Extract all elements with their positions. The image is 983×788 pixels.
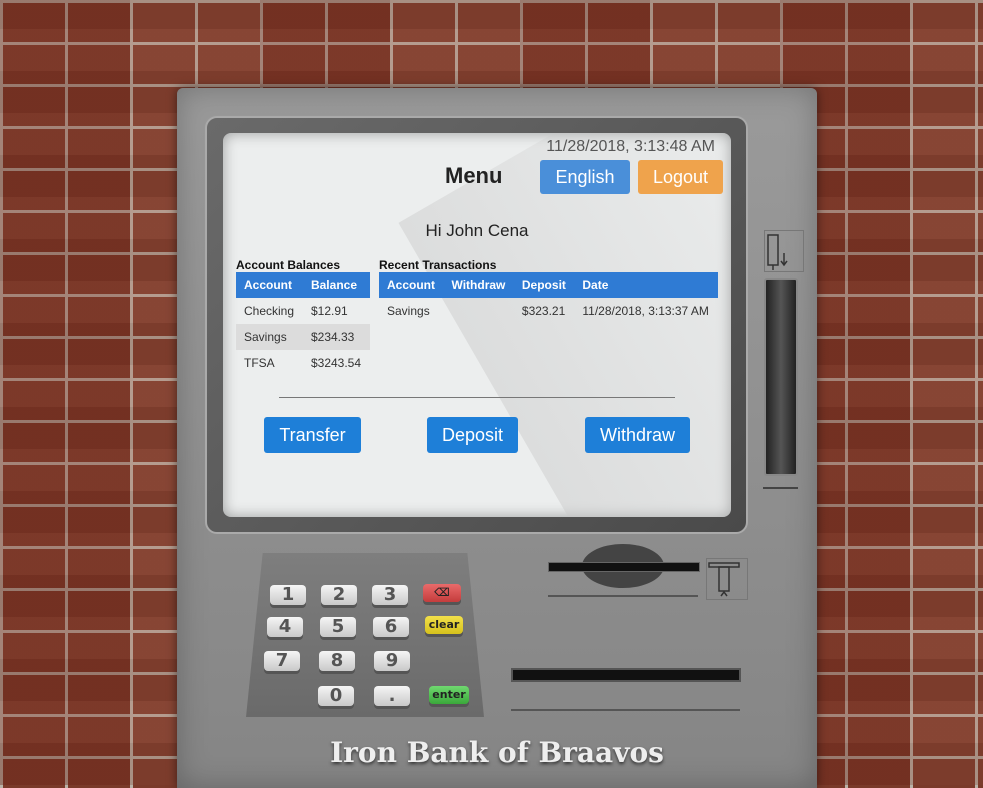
atm-screen: 11/28/2018, 3:13:48 AM Menu English Logo… bbox=[223, 133, 731, 517]
balance-cell: $3243.54 bbox=[310, 356, 362, 370]
table-row: TFSA $3243.54 bbox=[236, 350, 370, 376]
delete-key[interactable]: ⌫ bbox=[423, 584, 461, 602]
balances-table: Account Balance Checking $12.91 Savings … bbox=[236, 272, 370, 376]
card-slot[interactable] bbox=[548, 562, 700, 572]
bank-brand: Iron Bank of Braavos bbox=[330, 736, 664, 769]
table-header-row: Account Balance bbox=[236, 272, 370, 298]
deposit-cell: $323.21 bbox=[521, 304, 566, 318]
key-5[interactable]: 5 bbox=[320, 617, 356, 637]
transactions-title: Recent Transactions bbox=[379, 258, 497, 272]
cash-dispenser-icon bbox=[764, 230, 804, 272]
table-row: Checking $12.91 bbox=[236, 298, 370, 324]
divider bbox=[511, 709, 740, 711]
account-cell: Checking bbox=[244, 304, 295, 318]
key-6[interactable]: 6 bbox=[373, 617, 409, 637]
column-header: Date bbox=[574, 272, 718, 298]
key-2[interactable]: 2 bbox=[321, 585, 357, 605]
column-header: Account bbox=[236, 272, 303, 298]
key-4[interactable]: 4 bbox=[267, 617, 303, 637]
column-header: Withdraw bbox=[443, 272, 514, 298]
enter-key[interactable]: enter bbox=[429, 686, 469, 704]
key-7[interactable]: 7 bbox=[264, 651, 300, 671]
account-cell: TFSA bbox=[244, 356, 275, 370]
cash-dispenser-slot[interactable] bbox=[764, 278, 798, 476]
clear-key[interactable]: clear bbox=[425, 616, 463, 634]
logout-button[interactable]: Logout bbox=[638, 160, 723, 194]
key-1[interactable]: 1 bbox=[270, 585, 306, 605]
column-header: Account bbox=[379, 272, 444, 298]
key-9[interactable]: 9 bbox=[374, 651, 410, 671]
key-3[interactable]: 3 bbox=[372, 585, 408, 605]
divider bbox=[763, 487, 798, 489]
deposit-button[interactable]: Deposit bbox=[427, 417, 518, 453]
receipt-slot[interactable] bbox=[511, 668, 741, 682]
divider bbox=[279, 397, 675, 398]
withdraw-button[interactable]: Withdraw bbox=[585, 417, 690, 453]
language-button[interactable]: English bbox=[540, 160, 630, 194]
account-cell: Savings bbox=[387, 304, 430, 318]
balance-cell: $234.33 bbox=[302, 324, 370, 350]
balances-title: Account Balances bbox=[236, 258, 341, 272]
key-decimal[interactable]: . bbox=[374, 686, 410, 706]
transactions-table: Account Withdraw Deposit Date Savings $3… bbox=[379, 272, 718, 324]
key-8[interactable]: 8 bbox=[319, 651, 355, 671]
card-insert-icon bbox=[706, 558, 748, 600]
table-row: Savings $234.33 bbox=[236, 324, 370, 350]
withdraw-cell bbox=[443, 298, 513, 324]
account-cell: Savings bbox=[236, 324, 303, 350]
column-header: Balance bbox=[302, 272, 370, 298]
date-cell: 11/28/2018, 3:13:37 AM bbox=[582, 304, 709, 318]
transfer-button[interactable]: Transfer bbox=[264, 417, 361, 453]
column-header: Deposit bbox=[513, 272, 575, 298]
page-title: Menu bbox=[445, 163, 503, 188]
datetime-display: 11/28/2018, 3:13:48 AM bbox=[546, 138, 715, 155]
balance-cell: $12.91 bbox=[310, 304, 348, 318]
divider bbox=[548, 595, 698, 597]
key-0[interactable]: 0 bbox=[318, 686, 354, 706]
table-header-row: Account Withdraw Deposit Date bbox=[379, 272, 718, 298]
greeting-text: Hi John Cena bbox=[425, 221, 529, 240]
table-row: Savings $323.21 11/28/2018, 3:13:37 AM bbox=[379, 298, 718, 324]
